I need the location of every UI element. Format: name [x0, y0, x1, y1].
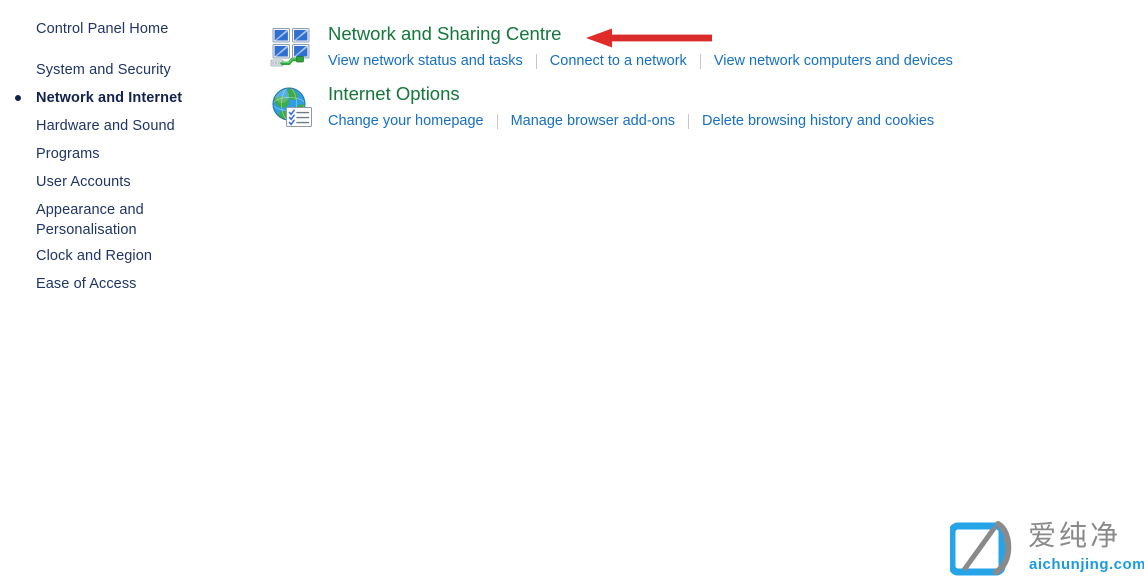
link-separator — [699, 53, 701, 69]
sidebar-item-programs[interactable]: Programs — [36, 144, 100, 164]
category-links-internet-options: Change your homepage Manage browser add-… — [328, 111, 934, 131]
aichunjing-logo-icon — [950, 521, 1012, 576]
sidebar-item-ease-of-access[interactable]: Ease of Access — [36, 274, 137, 294]
sidebar-item-user-accounts[interactable]: User Accounts — [36, 172, 131, 192]
category-title-internet-options[interactable]: Internet Options — [328, 82, 460, 106]
internet-options-globe-icon — [272, 87, 312, 127]
sidebar-item-hardware-and-sound[interactable]: Hardware and Sound — [36, 116, 175, 136]
network-sharing-centre-icon — [270, 28, 310, 67]
link-view-network-computers-and-devices[interactable]: View network computers and devices — [714, 51, 953, 71]
main-content: Network and Sharing Centre View network … — [265, 0, 1144, 580]
category-links-network: View network status and tasks Connect to… — [328, 51, 953, 71]
watermark-cn-text: 爱纯净 — [1028, 519, 1122, 552]
sidebar-selected-bullet-icon — [15, 95, 21, 101]
sidebar-item-control-panel-home[interactable]: Control Panel Home — [36, 19, 168, 39]
category-title-network-and-sharing-centre[interactable]: Network and Sharing Centre — [328, 22, 561, 46]
link-change-your-homepage[interactable]: Change your homepage — [328, 111, 484, 131]
link-separator — [688, 113, 690, 129]
sidebar-item-appearance-and-personalisation[interactable]: Appearance and Personalisation — [36, 200, 144, 240]
link-view-network-status-and-tasks[interactable]: View network status and tasks — [328, 51, 523, 71]
watermark-domain-text: aichunjing.com — [1029, 556, 1144, 573]
sidebar-item-clock-and-region[interactable]: Clock and Region — [36, 246, 152, 266]
watermark: 爱纯净 aichunjing.com — [950, 518, 1144, 580]
link-delete-browsing-history-and-cookies[interactable]: Delete browsing history and cookies — [702, 111, 934, 131]
link-connect-to-a-network[interactable]: Connect to a network — [550, 51, 687, 71]
link-manage-browser-add-ons[interactable]: Manage browser add-ons — [511, 111, 675, 131]
link-separator — [535, 53, 537, 69]
sidebar: Control Panel Home System and Security N… — [0, 0, 250, 580]
sidebar-item-system-and-security[interactable]: System and Security — [36, 60, 171, 80]
sidebar-item-network-and-internet[interactable]: Network and Internet — [36, 88, 182, 108]
link-separator — [496, 113, 498, 129]
